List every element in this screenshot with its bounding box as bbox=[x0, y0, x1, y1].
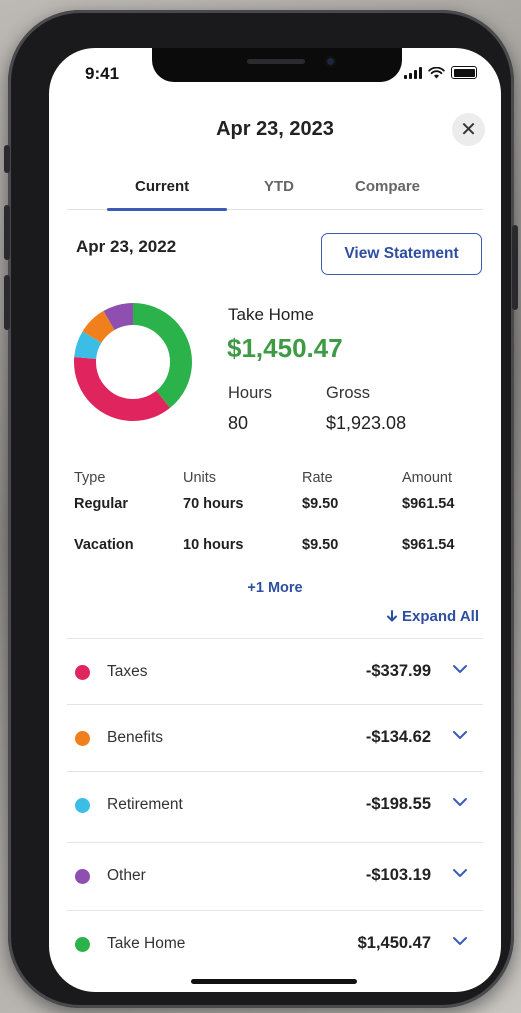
expand-all-button[interactable]: Expand All bbox=[386, 608, 479, 625]
column-header-amount: Amount bbox=[402, 470, 452, 486]
deduction-row-other[interactable]: Other -$103.19 bbox=[67, 842, 483, 911]
battery-icon bbox=[451, 66, 477, 79]
earnings-row-units: 10 hours bbox=[183, 537, 244, 553]
arrow-down-icon bbox=[387, 610, 398, 622]
deduction-name: Retirement bbox=[107, 796, 183, 813]
home-indicator[interactable] bbox=[191, 979, 357, 984]
view-statement-button[interactable]: View Statement bbox=[321, 233, 482, 275]
take-home-label: Take Home bbox=[228, 305, 314, 324]
chevron-down-icon[interactable] bbox=[452, 797, 468, 807]
gross-value: $1,923.08 bbox=[326, 413, 407, 433]
earnings-row-rate: $9.50 bbox=[302, 496, 339, 512]
deduction-amount: -$103.19 bbox=[365, 866, 431, 884]
active-tab-indicator bbox=[107, 208, 227, 211]
chevron-down-icon[interactable] bbox=[452, 664, 468, 674]
side-button-power bbox=[512, 225, 518, 310]
side-button-mute bbox=[4, 145, 10, 173]
wifi-icon bbox=[428, 66, 445, 78]
tab-current[interactable]: Current bbox=[135, 178, 189, 195]
tab-ytd[interactable]: YTD bbox=[264, 178, 294, 195]
column-header-units: Units bbox=[183, 470, 217, 486]
deduction-name: Taxes bbox=[107, 663, 148, 680]
earnings-row-amount: $961.54 bbox=[402, 537, 455, 553]
other-color-dot bbox=[75, 869, 90, 884]
close-button[interactable]: ✕ bbox=[452, 113, 485, 146]
deduction-amount: $1,450.47 bbox=[357, 934, 431, 952]
earnings-row-amount: $961.54 bbox=[402, 496, 455, 512]
close-icon: ✕ bbox=[460, 119, 477, 141]
cellular-signal-icon bbox=[404, 66, 422, 79]
chevron-down-icon[interactable] bbox=[452, 868, 468, 878]
side-button-volume-down bbox=[4, 275, 10, 330]
earnings-row-type: Regular bbox=[74, 496, 128, 512]
deduction-row-take-home[interactable]: Take Home $1,450.47 bbox=[67, 910, 483, 977]
speaker bbox=[247, 59, 305, 64]
deduction-amount: -$337.99 bbox=[365, 662, 431, 680]
take-home-color-dot bbox=[75, 937, 90, 952]
deduction-name: Benefits bbox=[107, 729, 164, 746]
pay-breakdown-donut-chart bbox=[74, 303, 192, 421]
retirement-color-dot bbox=[75, 798, 90, 813]
status-time: 9:41 bbox=[85, 64, 120, 83]
deduction-amount: -$134.62 bbox=[365, 728, 431, 746]
chevron-down-icon[interactable] bbox=[452, 936, 468, 946]
gross-label: Gross bbox=[326, 384, 371, 402]
camera bbox=[325, 56, 336, 67]
side-button-volume-up bbox=[4, 205, 10, 260]
deduction-row-taxes[interactable]: Taxes -$337.99 bbox=[67, 638, 483, 705]
taxes-color-dot bbox=[75, 665, 90, 680]
deduction-row-retirement[interactable]: Retirement -$198.55 bbox=[67, 771, 483, 838]
chevron-down-icon[interactable] bbox=[452, 730, 468, 740]
more-earnings-link[interactable]: +1 More bbox=[49, 580, 501, 596]
hours-value: 80 bbox=[228, 413, 249, 433]
deduction-row-benefits[interactable]: Benefits -$134.62 bbox=[67, 704, 483, 771]
earnings-row-rate: $9.50 bbox=[302, 537, 339, 553]
take-home-value: $1,450.47 bbox=[227, 333, 343, 363]
benefits-color-dot bbox=[75, 731, 90, 746]
notch bbox=[152, 48, 402, 82]
deduction-name: Take Home bbox=[107, 935, 186, 952]
status-icons bbox=[404, 66, 477, 79]
statement-date: Apr 23, 2022 bbox=[76, 237, 177, 256]
column-header-type: Type bbox=[74, 470, 106, 486]
expand-all-label: Expand All bbox=[402, 608, 479, 625]
page-title: Apr 23, 2023 bbox=[216, 118, 334, 140]
tab-compare[interactable]: Compare bbox=[355, 178, 420, 195]
phone-frame: 9:41 Apr 23, 2023 ✕ Current YTD Compare … bbox=[4, 10, 518, 1008]
deduction-name: Other bbox=[107, 867, 146, 884]
earnings-row-type: Vacation bbox=[74, 537, 134, 553]
column-header-rate: Rate bbox=[302, 470, 333, 486]
tab-bar: Current YTD Compare bbox=[67, 174, 483, 211]
hours-label: Hours bbox=[228, 384, 273, 402]
earnings-row-units: 70 hours bbox=[183, 496, 244, 512]
app-screen: 9:41 Apr 23, 2023 ✕ Current YTD Compare … bbox=[49, 48, 501, 992]
deduction-amount: -$198.55 bbox=[365, 795, 431, 813]
